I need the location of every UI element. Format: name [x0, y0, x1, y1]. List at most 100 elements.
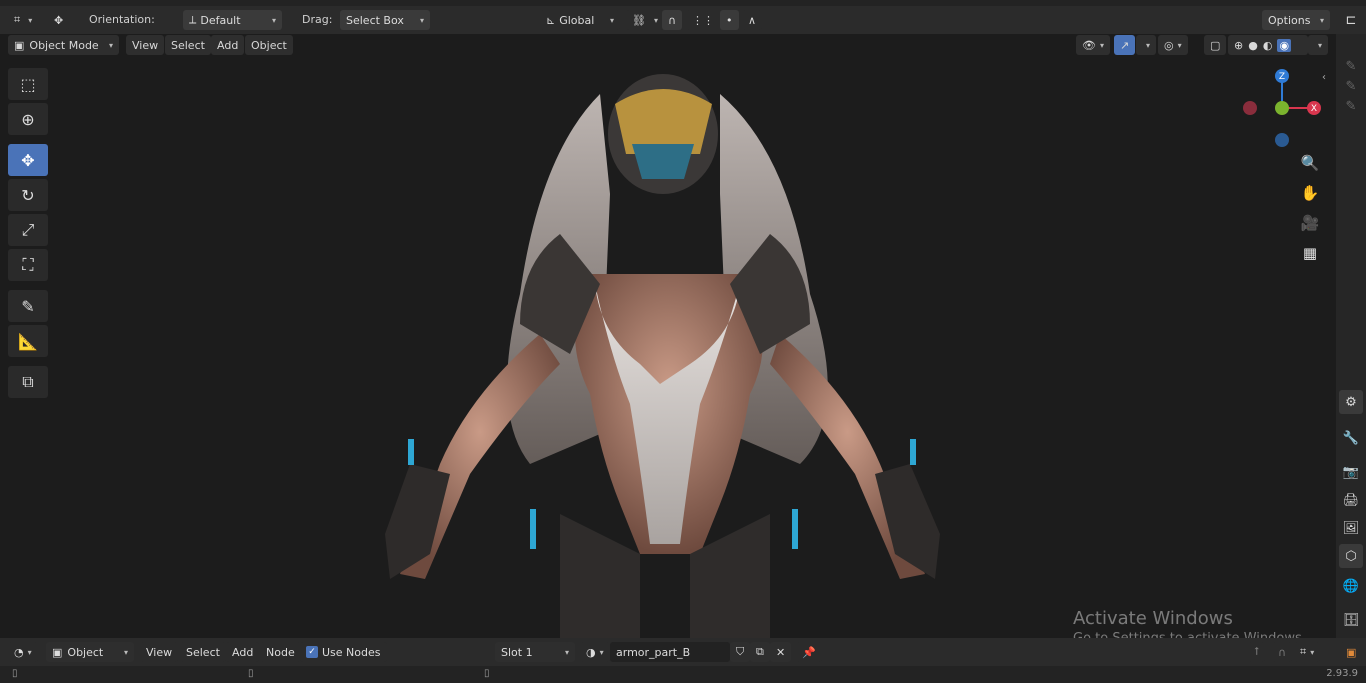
wireframe-shading-icon[interactable]: ⊕ [1234, 39, 1243, 52]
chevron-down-icon: ▾ [419, 15, 424, 25]
measure-tool[interactable]: 📐 [8, 325, 48, 357]
shading-dropdown[interactable]: ▾ [1308, 35, 1329, 55]
object-icon: ▣ [52, 645, 63, 659]
shader-menu-add[interactable]: Add [226, 642, 260, 662]
menu-select[interactable]: Select [165, 35, 211, 55]
select-box-tool[interactable]: ⬚ [8, 68, 48, 100]
object-properties-tab[interactable]: ▣ [1340, 642, 1363, 662]
xray-toggle[interactable]: ▢ [1204, 35, 1227, 55]
shader-menu-view[interactable]: View [140, 642, 179, 662]
snap-toggle[interactable]: ∩ [662, 10, 683, 30]
rotate-tool[interactable]: ↻ [8, 179, 48, 211]
sidebar-toggle[interactable]: ‹ [1322, 72, 1326, 83]
slot-dropdown[interactable]: Slot 1 ▾ [495, 642, 575, 662]
camera-view-button[interactable]: 🎥 [1298, 211, 1322, 235]
cursor-tool[interactable]: ⊕ [8, 103, 48, 135]
drag-value: Select Box [346, 13, 404, 27]
close-icon: ✕ [776, 645, 786, 659]
proportional-edit-toggle[interactable]: • [720, 10, 739, 30]
pen-icon: ✎ [1345, 58, 1357, 74]
wrench-icon: 🔧 [1342, 430, 1360, 446]
gizmo-y-axis[interactable] [1275, 101, 1289, 115]
shader-editor-type-button[interactable]: ◔ ▾ [8, 642, 38, 662]
orientation-dropdown[interactable]: ⟂ Default ▾ [183, 10, 282, 30]
pan-button[interactable]: ✋ [1298, 181, 1322, 205]
chevron-down-icon: ▾ [1319, 15, 1324, 25]
tab-render[interactable]: 📷 [1339, 460, 1363, 484]
add-cube-tool[interactable]: ⧉ [8, 366, 48, 398]
grid-icon: ▦ [1302, 244, 1318, 262]
fake-user-button[interactable]: ⛉ [730, 642, 751, 662]
tab-tool-settings[interactable]: 🔧 [1339, 426, 1363, 450]
pivot-point-dropdown[interactable]: ⛓ ▾ [626, 10, 664, 30]
tab-tool[interactable]: ⚙ [1339, 390, 1363, 414]
use-nodes-toggle[interactable]: ✓ Use Nodes [300, 642, 387, 662]
tab-output[interactable]: 🖨 [1339, 488, 1363, 512]
node-snap-dropdown[interactable]: ⌗ ▾ [1294, 642, 1321, 662]
ortho-toggle-button[interactable]: ▦ [1298, 241, 1322, 265]
snap-node-toggle[interactable]: ∩ [1272, 642, 1293, 662]
gizmo-neg-z-axis[interactable] [1275, 133, 1289, 147]
annotate-tool[interactable]: ✎ [8, 290, 48, 322]
shader-menu-node[interactable]: Node [260, 642, 301, 662]
material-shading-icon[interactable]: ◐ [1263, 39, 1273, 52]
outliner-filter-3[interactable]: ✎ [1339, 94, 1363, 118]
pen-icon: ✎ [1345, 98, 1357, 114]
unlink-material-button[interactable]: ✕ [770, 642, 792, 662]
pan-hand-icon: ✋ [1300, 184, 1320, 202]
transform-tool-icon-button[interactable]: ✥ [48, 10, 70, 30]
gizmo-toggle[interactable]: ↗ [1114, 35, 1136, 55]
move-tool[interactable]: ✥ [8, 144, 48, 176]
object-icon: ▣ [1346, 645, 1357, 659]
editor-type-button[interactable]: ⌗ ▾ [8, 10, 39, 30]
falloff-dropdown[interactable]: ∧ [742, 10, 763, 30]
tab-scene[interactable]: ⬡ [1339, 544, 1363, 568]
parent-node-button[interactable]: ⭡ [1248, 642, 1266, 662]
transform-icon: ⛶ [22, 255, 34, 274]
shading-modes[interactable]: ⊕ ● ◐ ◉ [1228, 35, 1308, 55]
tab-collection[interactable]: 🗄 [1339, 608, 1363, 632]
visibility-dropdown[interactable]: 👁 ▾ [1076, 35, 1110, 55]
use-nodes-label: Use Nodes [322, 645, 381, 659]
scale-tool[interactable]: ⤢ [8, 214, 48, 246]
menu-add[interactable]: Add [211, 35, 245, 55]
proportional-dot-icon: • [726, 13, 733, 27]
shader-menu-select[interactable]: Select [180, 642, 226, 662]
material-browse-button[interactable]: ◑ ▾ [580, 642, 610, 662]
view-layer-icon: 🖼 [1342, 520, 1360, 536]
transform-orientation-dropdown[interactable]: ⊾ Global ▾ [540, 10, 620, 30]
chevron-down-icon: ▾ [271, 15, 276, 25]
navigation-gizmo[interactable]: Z X [1240, 68, 1326, 154]
material-name-field[interactable]: armor_part_B [610, 642, 730, 662]
rendered-shading-icon[interactable]: ◉ [1277, 38, 1292, 52]
shader-type-dropdown[interactable]: ▣ Object ▾ [46, 642, 134, 662]
magnet-icon: ∩ [668, 13, 677, 27]
menu-object[interactable]: Object [245, 35, 293, 55]
output-icon: 🖨 [1342, 492, 1360, 508]
solid-shading-icon[interactable]: ● [1248, 39, 1258, 52]
tab-world[interactable]: 🌐 [1339, 574, 1363, 598]
outliner-editor-button[interactable]: ⊏ [1336, 6, 1366, 34]
tab-view-layer[interactable]: 🖼 [1339, 516, 1363, 540]
scene-icon: ⬡ [1345, 548, 1357, 564]
shield-icon: ⛉ [736, 645, 745, 658]
options-dropdown[interactable]: Options ▾ [1262, 10, 1330, 30]
xray-icon: ▢ [1210, 38, 1221, 52]
chevron-down-icon: ▾ [27, 647, 32, 657]
gizmo-neg-x-axis[interactable] [1243, 101, 1257, 115]
new-material-button[interactable]: ⧉ [750, 642, 770, 662]
gizmo-dropdown[interactable]: ▾ [1136, 35, 1157, 55]
magnet-icon: ∩ [1278, 645, 1287, 659]
slot-value: Slot 1 [501, 645, 533, 659]
chevron-down-icon: ▾ [28, 15, 33, 25]
menu-view[interactable]: View [126, 35, 165, 55]
zoom-button[interactable]: 🔍 [1298, 151, 1322, 175]
pin-button[interactable]: 📌 [796, 642, 822, 662]
3d-viewport[interactable]: ▣ Object Mode ▾ View Select Add Object 👁… [0, 34, 1336, 638]
scale-icon: ⤢ [21, 220, 35, 239]
object-mode-dropdown[interactable]: ▣ Object Mode ▾ [8, 35, 119, 55]
drag-dropdown[interactable]: Select Box ▾ [340, 10, 430, 30]
overlays-toggle[interactable]: ◎ ▾ [1158, 35, 1188, 55]
watermark-title: Activate Windows [1073, 608, 1233, 629]
transform-tool[interactable]: ⛶ [8, 249, 48, 281]
